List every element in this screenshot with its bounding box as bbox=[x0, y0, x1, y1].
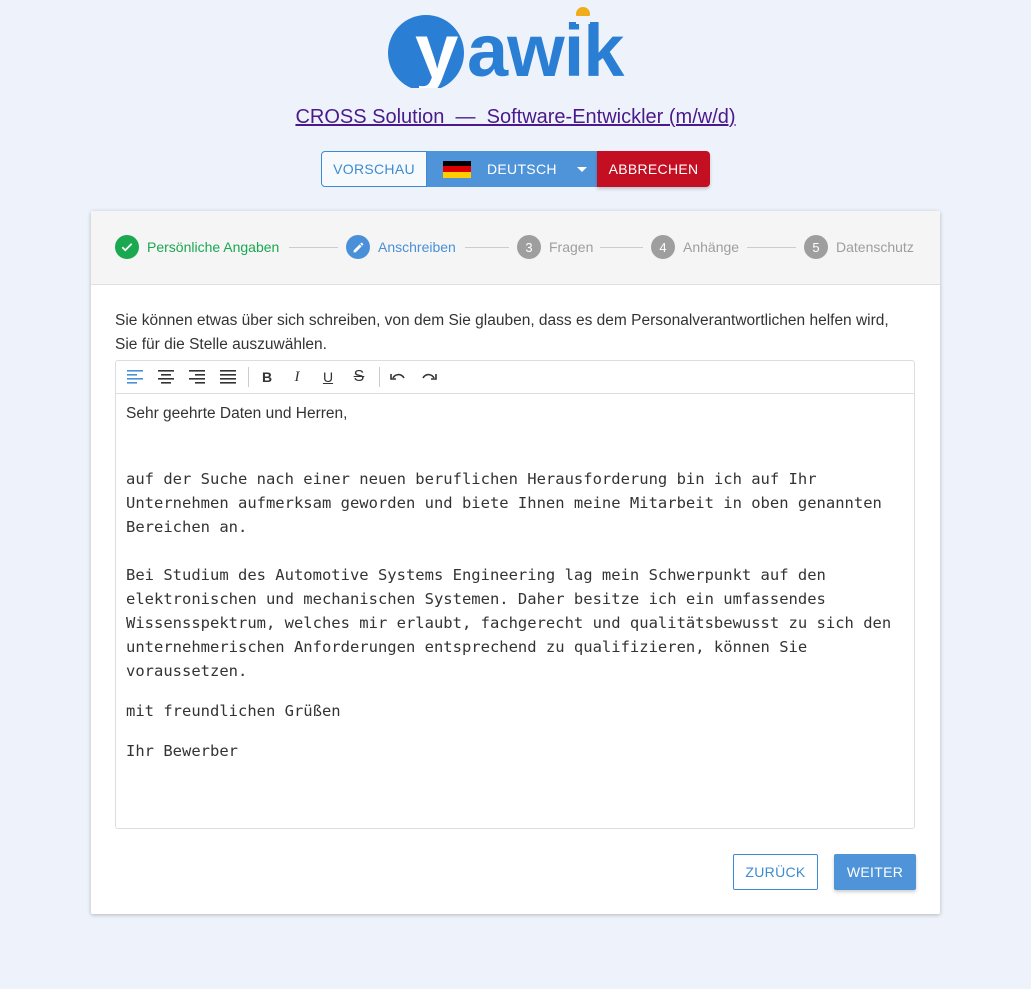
step-connector bbox=[600, 247, 643, 248]
underline-icon[interactable]: U bbox=[319, 368, 337, 386]
step-connector bbox=[465, 247, 509, 248]
step-connector bbox=[289, 247, 338, 248]
strikethrough-icon[interactable]: S bbox=[350, 368, 368, 386]
toolbar-divider bbox=[248, 367, 249, 387]
step-number-badge: 3 bbox=[517, 235, 541, 259]
step-questions[interactable]: 3 Fragen bbox=[517, 235, 593, 259]
yawik-logo: y awik bbox=[388, 7, 626, 88]
caret-down-icon bbox=[576, 166, 587, 172]
letter-signature: Ihr Bewerber bbox=[126, 742, 238, 760]
application-card: Persönliche Angaben Anschreiben 3 Fragen… bbox=[91, 211, 940, 914]
step-connector bbox=[747, 247, 796, 248]
letter-closing: mit freundlichen Grüßen bbox=[126, 702, 341, 720]
cover-letter-editor[interactable]: B I U S Sehr geehrte Daten und Herren, a… bbox=[115, 360, 915, 829]
step-cover-letter[interactable]: Anschreiben bbox=[346, 235, 456, 259]
letter-paragraph: Bei Studium des Automotive Systems Engin… bbox=[126, 566, 892, 680]
step-label: Fragen bbox=[549, 239, 594, 255]
step-label: Anhänge bbox=[683, 239, 740, 255]
cancel-button[interactable]: ABBRECHEN bbox=[597, 151, 710, 187]
back-button[interactable]: ZURÜCK bbox=[733, 854, 818, 890]
step-label: Persönliche Angaben bbox=[147, 239, 280, 255]
step-privacy[interactable]: 5 Datenschutz bbox=[804, 235, 914, 259]
flag-de-icon bbox=[443, 160, 471, 178]
svg-text:awik: awik bbox=[467, 9, 625, 88]
redo-icon[interactable] bbox=[420, 368, 438, 386]
header-button-group: VORSCHAU DEUTSCH ABBRECHEN bbox=[321, 151, 710, 187]
align-center-icon[interactable] bbox=[157, 368, 175, 386]
align-right-icon[interactable] bbox=[188, 368, 206, 386]
language-label: DEUTSCH bbox=[487, 161, 557, 177]
form-intro-text: Sie können etwas über sich schreiben, vo… bbox=[115, 312, 889, 353]
preview-button[interactable]: VORSCHAU bbox=[321, 151, 427, 187]
toolbar-divider bbox=[379, 367, 380, 387]
language-dropdown[interactable]: DEUTSCH bbox=[427, 151, 597, 187]
bold-icon[interactable]: B bbox=[258, 368, 276, 386]
next-button[interactable]: WEITER bbox=[834, 854, 916, 890]
step-label: Datenschutz bbox=[836, 239, 914, 255]
step-personal-details[interactable]: Persönliche Angaben bbox=[115, 235, 279, 259]
pencil-icon bbox=[346, 235, 370, 259]
letter-paragraph: auf der Suche nach einer neuen beruflich… bbox=[126, 470, 882, 536]
svg-text:y: y bbox=[415, 7, 458, 88]
step-number-badge: 5 bbox=[804, 235, 828, 259]
editor-toolbar: B I U S bbox=[116, 361, 914, 394]
check-icon bbox=[115, 235, 139, 259]
step-attachments[interactable]: 4 Anhänge bbox=[651, 235, 739, 259]
job-title-link[interactable]: CROSS Solution — Software-Entwickler (m/… bbox=[0, 106, 1031, 129]
letter-greeting: Sehr geehrte Daten und Herren, bbox=[126, 405, 348, 422]
align-justify-icon[interactable] bbox=[219, 368, 237, 386]
stepper: Persönliche Angaben Anschreiben 3 Fragen… bbox=[91, 211, 940, 285]
undo-icon[interactable] bbox=[389, 368, 407, 386]
italic-icon[interactable]: I bbox=[288, 368, 306, 386]
align-left-icon[interactable] bbox=[126, 368, 144, 386]
step-number-badge: 4 bbox=[651, 235, 675, 259]
step-label: Anschreiben bbox=[378, 239, 456, 255]
